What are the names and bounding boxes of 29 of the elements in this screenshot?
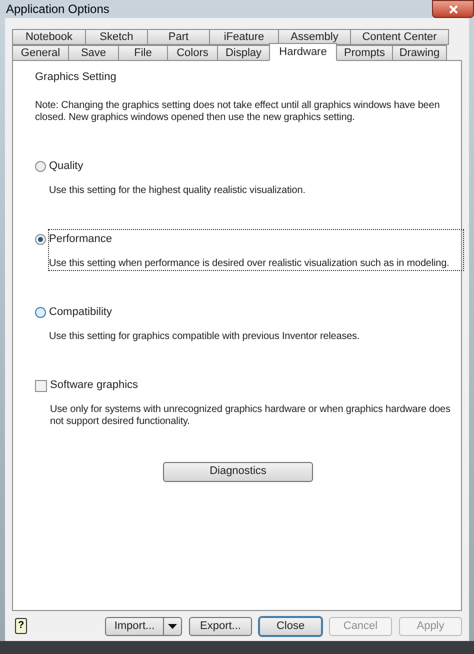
option-description: Use this setting when performance is desired over realistic visualization such as in modeling. [49,258,450,270]
tab[interactable]: Display [217,45,270,62]
section-heading: Graphics Setting [35,70,118,86]
option-label[interactable]: Quality [49,156,461,175]
tab[interactable]: iFeature [209,29,279,46]
tab[interactable]: Drawing [392,45,447,62]
tab[interactable]: Prompts [336,45,393,62]
tab[interactable]: Content Center [350,29,449,46]
tab[interactable]: Part [147,29,210,46]
tab[interactable]: File [118,45,168,62]
tab[interactable]: General [12,45,69,62]
window-title: Application Options [6,1,110,18]
tab[interactable]: Save [68,45,119,62]
note-text: Note: Changing the graphics setting does not take effect until all graphics windows have been closed. New graphics windows opened then use the new graphics setting. [35,100,441,124]
tab[interactable]: Hardware [269,43,337,62]
import-button[interactable]: Import... [105,616,164,636]
dialog-button[interactable]: Close [259,616,322,636]
tab[interactable]: Sketch [85,29,148,46]
option-label[interactable]: Performance [49,230,461,248]
tab[interactable]: Notebook [12,29,86,46]
diagnostics-button[interactable]: Diagnostics [163,462,313,482]
option-description: Use this setting for the highest quality realistic visualization. [49,184,306,197]
option-label[interactable]: Compatibility [49,302,461,321]
option-description: Use this setting for graphics compatible with previous Inventor releases. [49,330,361,343]
help-button[interactable]: ? [15,618,27,634]
tab[interactable]: Colors [167,45,218,62]
option-label[interactable]: Software graphics [50,376,462,394]
dialog-button[interactable]: Export... [189,616,252,636]
option-description: Use only for systems with unrecognized graphics hardware or when graphics hardware does not support desired functionality. [50,404,452,428]
